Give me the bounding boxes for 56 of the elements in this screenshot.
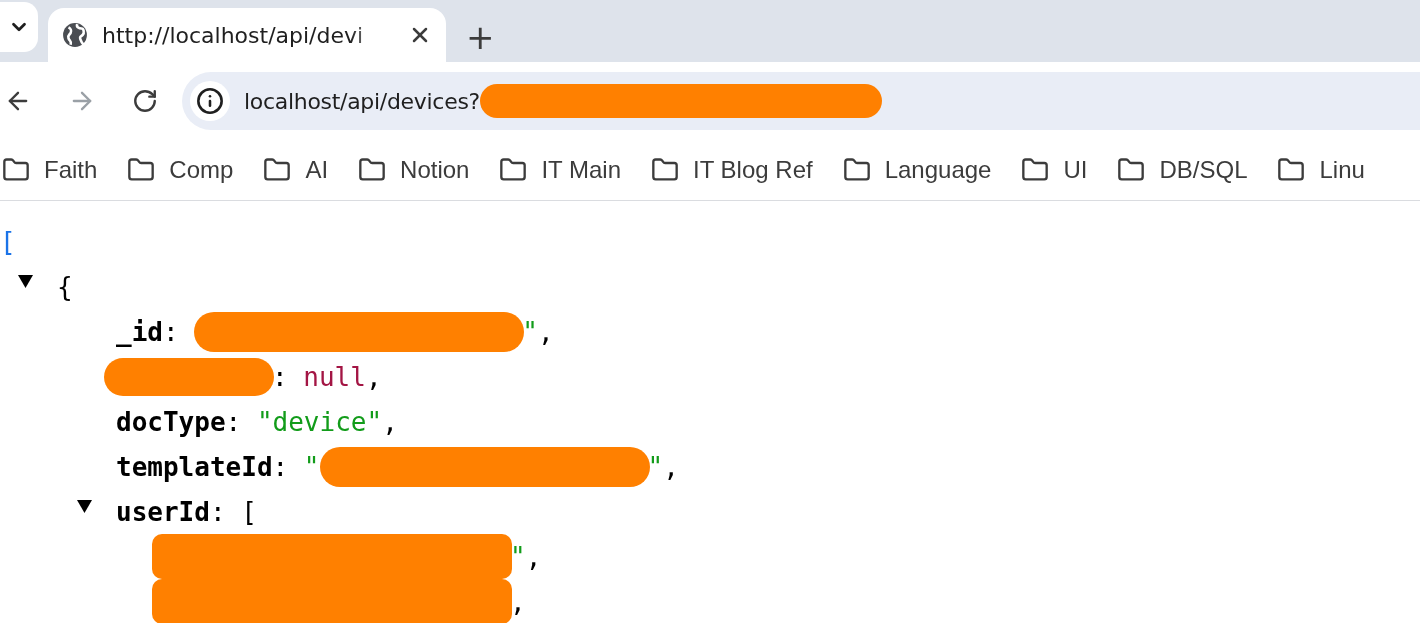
bookmark-folder[interactable]: UI bbox=[1021, 156, 1088, 184]
info-icon bbox=[196, 87, 224, 115]
bookmark-folder[interactable]: Linu bbox=[1277, 156, 1365, 184]
json-punctuation: { bbox=[57, 271, 73, 302]
json-punctuation: , bbox=[537, 316, 554, 347]
json-colon: : bbox=[162, 316, 180, 347]
new-tab-button[interactable]: + bbox=[460, 20, 501, 54]
folder-icon bbox=[1117, 156, 1146, 184]
json-punctuation: , bbox=[525, 541, 542, 572]
json-punctuation: , bbox=[382, 406, 398, 437]
json-colon: : bbox=[209, 496, 227, 527]
folder-icon bbox=[1021, 156, 1050, 184]
tab-search-button[interactable] bbox=[0, 2, 38, 52]
folder-icon bbox=[1277, 156, 1306, 184]
json-key: _id bbox=[116, 316, 163, 347]
json-bracket: [ bbox=[0, 226, 16, 257]
json-colon: : bbox=[225, 406, 243, 437]
json-colon: : bbox=[272, 451, 290, 482]
bookmark-folder[interactable]: IT Main bbox=[499, 156, 622, 184]
down-triangle-icon[interactable] bbox=[18, 275, 33, 288]
json-string: " bbox=[510, 541, 526, 572]
browser-tab[interactable]: http://localhost/api/devi bbox=[48, 8, 446, 62]
json-key: templateId bbox=[116, 451, 273, 482]
json-string: "device" bbox=[256, 406, 383, 437]
bookmark-folder[interactable]: IT Blog Ref bbox=[651, 156, 813, 184]
bookmark-folder[interactable]: AI bbox=[263, 156, 329, 184]
json-key: userId bbox=[116, 496, 210, 527]
bookmark-folder[interactable]: DB/SQL bbox=[1117, 156, 1248, 184]
json-punctuation: , bbox=[663, 451, 679, 482]
folder-icon bbox=[842, 156, 871, 184]
bookmark-folder[interactable]: Language bbox=[842, 156, 992, 184]
json-string: " bbox=[647, 451, 664, 482]
down-triangle-icon[interactable] bbox=[77, 500, 92, 513]
globe-icon bbox=[62, 22, 88, 48]
reload-icon[interactable] bbox=[132, 88, 158, 114]
url-text: localhost/api/devices? bbox=[244, 88, 480, 114]
address-bar[interactable]: localhost/api/devices? bbox=[182, 72, 1420, 130]
folder-icon bbox=[651, 156, 680, 184]
folder-icon bbox=[263, 156, 292, 184]
bookmark-folder[interactable]: Faith bbox=[2, 156, 98, 184]
bookmark-folder[interactable]: Notion bbox=[358, 156, 470, 184]
json-string: " bbox=[303, 451, 320, 482]
folder-icon bbox=[2, 156, 30, 184]
json-key: docType bbox=[116, 406, 226, 437]
bookmark-folder[interactable]: Comp bbox=[127, 156, 234, 184]
tab-title: http://localhost/api/devi bbox=[102, 22, 365, 48]
folder-icon bbox=[127, 156, 156, 184]
json-punctuation: , bbox=[510, 586, 526, 617]
folder-icon bbox=[358, 156, 387, 184]
json-string: " bbox=[522, 316, 538, 347]
json-null: null bbox=[303, 361, 366, 392]
json-punctuation: [ bbox=[241, 496, 257, 527]
site-info-button[interactable] bbox=[190, 81, 230, 121]
json-colon: : bbox=[272, 361, 289, 392]
folder-icon bbox=[499, 156, 528, 184]
json-punctuation: , bbox=[365, 361, 382, 392]
